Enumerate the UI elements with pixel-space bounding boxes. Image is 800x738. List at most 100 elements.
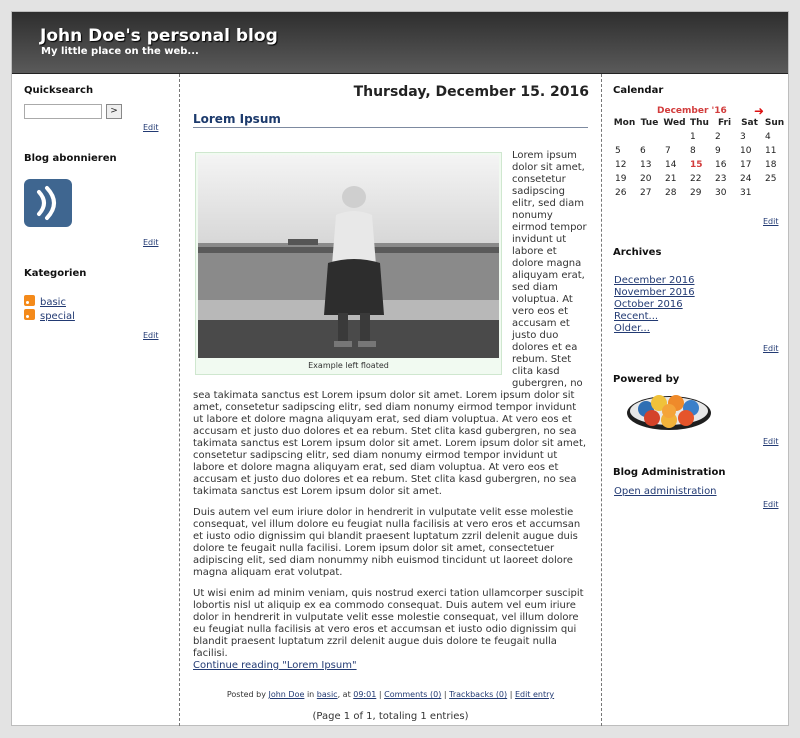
quicksearch-button[interactable]: > [106,104,122,119]
calendar-week: 19 20 21 22 23 24 25 [612,172,787,186]
edit-link-archives[interactable]: Edit [763,344,779,353]
page: John Doe's personal blog My little place… [11,11,789,726]
rss-icon[interactable] [24,309,35,320]
calendar-day: 10 [740,146,752,156]
calendar-day: 4 [765,132,771,142]
edit-link-calendar[interactable]: Edit [763,217,779,226]
open-administration-link[interactable]: Open administration [614,486,717,497]
author-link[interactable]: John Doe [268,690,304,699]
post-figure: Example left floated [195,152,502,375]
comments-link[interactable]: Comments (0) [384,690,441,699]
edit-entry-link[interactable]: Edit entry [515,690,554,699]
calendar-table: Mon Tue Wed Thu Fri Sat Sun 1 2 3 4 5 6 … [612,116,787,200]
calendar-day: 13 [640,160,652,170]
calendar-day: 17 [740,160,752,170]
edit-link-powered-by[interactable]: Edit [763,437,779,446]
archive-link-recent[interactable]: Recent... [614,311,658,322]
edit-link-administration[interactable]: Edit [763,500,779,509]
trackbacks-link[interactable]: Trackbacks (0) [449,690,507,699]
weekday-label: Tue [640,118,659,128]
meta-at: , at [337,690,351,699]
blog-header: John Doe's personal blog My little place… [12,12,788,74]
left-sidebar: Quicksearch > Edit Blog abonnieren Edit … [12,74,180,726]
calendar-day: 30 [715,188,727,198]
main-content: Thursday, December 15. 2016 Lorem Ipsum [180,74,601,726]
post-date: Thursday, December 15. 2016 [353,84,589,100]
calendar-day: 14 [665,160,677,170]
calendar-day: 21 [665,174,677,184]
calendar-day: 19 [615,174,627,184]
continue-reading-link[interactable]: Continue reading "Lorem Ipsum" [193,660,357,671]
quicksearch-input[interactable] [24,104,102,119]
calendar-day: 22 [690,174,702,184]
blog-title[interactable]: John Doe's personal blog [40,26,278,46]
category-link-basic[interactable]: basic [40,297,66,308]
calendar-day: 12 [615,160,627,170]
meta-sep: | [378,690,382,699]
weekday-label: Mon [613,118,636,128]
calendar-day [637,130,662,144]
edit-link-quicksearch[interactable]: Edit [143,123,159,132]
archive-link-december-2016[interactable]: December 2016 [614,275,694,286]
quicksearch-title: Quicksearch [24,85,94,96]
category-meta-link[interactable]: basic [317,690,338,699]
calendar-day: 25 [765,174,777,184]
figure-caption: Example left floated [308,361,389,370]
calendar-day: 28 [665,188,677,198]
calendar-day: 8 [690,146,696,156]
post-paragraph: Duis autem vel eum iriure dolor in hendr… [193,507,581,578]
weekday-label: Thu [690,118,709,128]
archive-link-october-2016[interactable]: October 2016 [614,299,683,310]
calendar-day: 11 [765,146,777,156]
calendar-title: Calendar [613,85,664,96]
serendipity-logo-icon[interactable] [626,391,712,431]
post-meta: Posted by John Doe in basic, at 09:01 | … [193,690,588,699]
calendar-day [662,130,687,144]
calendar-day-today[interactable]: 15 [687,158,712,172]
category-item: basic [24,295,66,308]
calendar-day: 27 [640,188,652,198]
right-sidebar: Calendar December '16 ➜ Mon Tue Wed Thu … [601,74,788,726]
calendar-day: 23 [715,174,727,184]
rss-icon[interactable] [24,295,35,306]
calendar-month[interactable]: December '16 [657,106,727,116]
meta-posted-by: Posted by [226,690,266,699]
post-title[interactable]: Lorem Ipsum [193,112,588,128]
weekday-label: Sat [741,118,758,128]
blog-administration-title: Blog Administration [613,467,726,478]
feed-subscribe-icon[interactable] [24,179,72,227]
calendar-day: 26 [615,188,627,198]
calendar-day: 7 [665,146,671,156]
calendar-day: 18 [765,160,777,170]
categories-title: Kategorien [24,268,87,279]
calendar-day [612,130,637,144]
subscribe-title: Blog abonnieren [24,153,117,164]
calendar-week: 1 2 3 4 [612,130,787,144]
archive-link-older[interactable]: Older... [614,323,650,334]
calendar-day: 6 [640,146,646,156]
weekday-label: Sun [764,118,785,128]
archive-link-november-2016[interactable]: November 2016 [614,287,695,298]
post-paragraph: Ut wisi enim ad minim veniam, quis nostr… [193,588,584,659]
calendar-day: 9 [715,146,721,156]
calendar-weekdays: Mon Tue Wed Thu Fri Sat Sun [612,116,787,130]
calendar-day [762,186,787,200]
edit-link-subscribe[interactable]: Edit [143,238,159,247]
blog-description: My little place on the web... [41,46,199,57]
calendar-week: 5 6 7 8 9 10 11 [612,144,787,158]
calendar-day: 5 [615,146,621,156]
calendar-day: 24 [740,174,752,184]
post-photo [198,155,499,358]
weekday-label: Wed [663,118,686,128]
calendar-day: 16 [715,160,727,170]
weekday-label: Fri [717,118,732,128]
post-body: Example left floated Lorem ipsum dolor s… [193,150,588,669]
calendar-week: 12 13 14 15 16 17 18 [612,158,787,172]
time-link[interactable]: 09:01 [353,690,376,699]
category-link-special[interactable]: special [40,311,75,322]
meta-sep: | [443,690,447,699]
category-item: special [24,309,75,322]
calendar-week: 26 27 28 29 30 31 [612,186,787,200]
edit-link-categories[interactable]: Edit [143,331,159,340]
calendar-day: 31 [740,188,752,198]
